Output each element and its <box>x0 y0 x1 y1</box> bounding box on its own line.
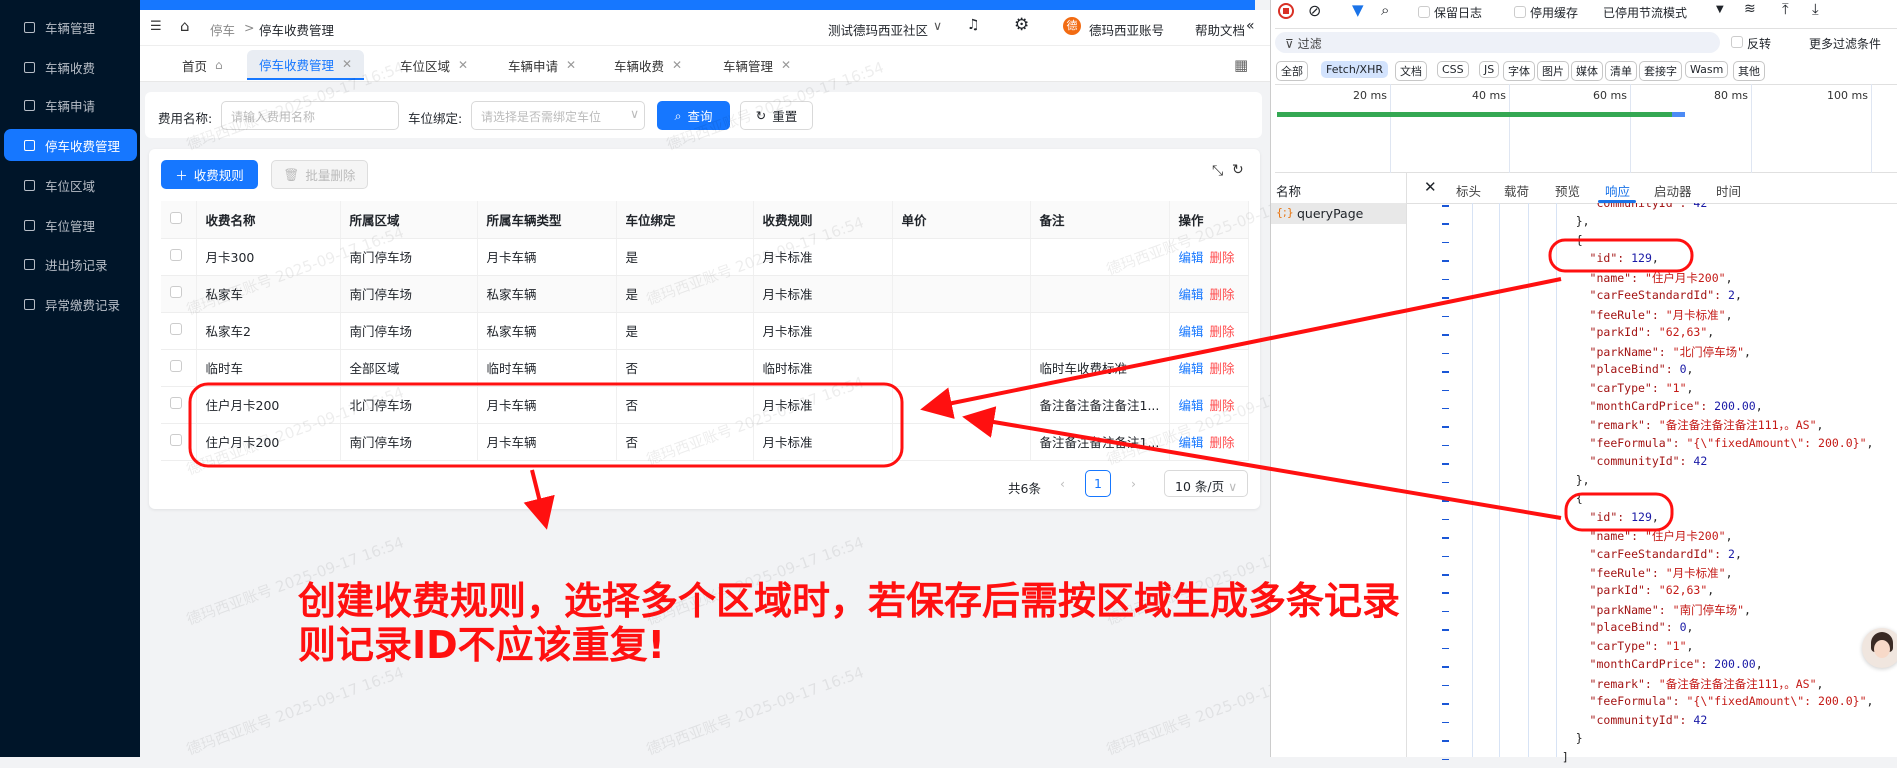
arrow-1 <box>920 277 1562 419</box>
arrow-2 <box>962 406 1562 520</box>
highlight-id-oval-2 <box>1564 492 1674 532</box>
highlight-rows-box <box>188 382 904 468</box>
highlight-id-oval-1 <box>1548 238 1694 273</box>
line-marker <box>1442 758 1449 760</box>
arrow-down <box>523 469 555 530</box>
annotation-overlay <box>188 238 1694 532</box>
annotation-line-2: 则记录ID不应该重复! <box>298 623 666 667</box>
